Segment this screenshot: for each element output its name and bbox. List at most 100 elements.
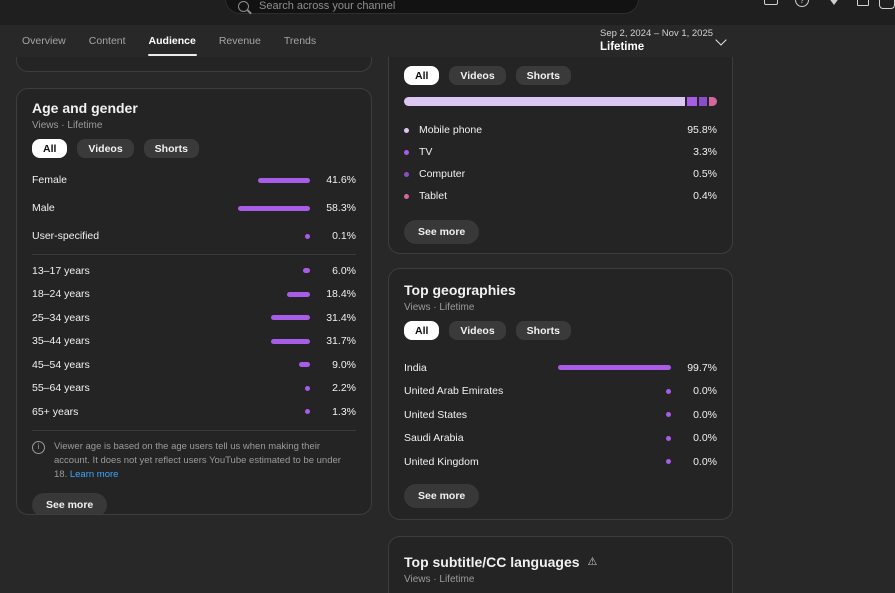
card-subtitle: Views · Lifetime — [404, 573, 717, 586]
value-bar — [303, 268, 310, 273]
row-label: India — [404, 362, 541, 374]
row-percent: 0.0% — [681, 385, 717, 397]
notifications-icon[interactable] — [857, 0, 869, 6]
create-icon[interactable] — [828, 0, 840, 5]
bar-area — [180, 339, 310, 344]
row-percent: 41.6% — [320, 174, 356, 186]
row-label: TV — [419, 146, 681, 158]
stat-row: Computer 0.5% — [404, 163, 717, 185]
value-bar — [666, 459, 671, 464]
stat-row: 18–24 years 18.4% — [32, 283, 356, 307]
stat-row: TV 3.3% — [404, 141, 717, 163]
stat-row: 25–34 years 31.4% — [32, 306, 356, 330]
feedback-icon[interactable] — [764, 0, 778, 5]
legend-dot — [404, 194, 409, 199]
stat-row: Saudi Arabia 0.0% — [404, 427, 717, 451]
row-percent: 0.4% — [681, 190, 717, 202]
filter-chip[interactable]: All — [32, 139, 67, 158]
filter-chip[interactable]: Shorts — [516, 321, 571, 340]
card-title: Age and gender — [32, 99, 356, 117]
device-rows: Mobile phone 95.8% TV 3.3% Computer 0.5%… — [404, 119, 717, 207]
stat-row: 35–44 years 31.7% — [32, 330, 356, 354]
row-label: User-specified — [32, 230, 180, 242]
legend-dot — [404, 128, 409, 133]
see-more-button[interactable]: See more — [32, 493, 107, 515]
help-icon[interactable]: ? — [795, 0, 809, 7]
filter-chip[interactable]: Videos — [449, 321, 505, 340]
legend-dot — [404, 172, 409, 177]
row-label: Tablet — [419, 190, 681, 202]
account-icon[interactable] — [879, 0, 895, 9]
stat-row: India 99.7% — [404, 356, 717, 380]
stack-segment — [699, 97, 707, 106]
row-label: 35–44 years — [32, 335, 180, 347]
device-stacked-bar — [404, 97, 717, 106]
warning-icon: ⚠ — [588, 553, 598, 571]
bar-area — [180, 234, 310, 239]
value-bar — [305, 409, 310, 414]
filter-chip[interactable]: Videos — [449, 66, 505, 85]
viewer-age-note: i Viewer age is based on the age users t… — [32, 440, 356, 483]
value-bar — [666, 412, 671, 417]
filter-chip[interactable]: Shorts — [516, 66, 571, 85]
stat-row: 65+ years 1.3% — [32, 400, 356, 424]
filter-chip[interactable]: All — [404, 321, 439, 340]
stack-segment — [709, 97, 717, 106]
learn-more-link[interactable]: Learn more — [70, 469, 119, 480]
row-percent: 0.5% — [681, 168, 717, 180]
stat-row: 45–54 years 9.0% — [32, 353, 356, 377]
stat-row: User-specified 0.1% — [32, 222, 356, 250]
bar-area — [541, 436, 671, 441]
row-label: United Arab Emirates — [404, 385, 541, 397]
value-bar — [271, 339, 310, 344]
stack-segment — [404, 97, 685, 106]
filter-chip[interactable]: All — [404, 66, 439, 85]
bar-area — [541, 365, 671, 370]
see-more-button[interactable]: See more — [404, 220, 479, 244]
row-percent: 99.7% — [681, 362, 717, 374]
card-subtitle: Views · Lifetime — [404, 301, 717, 314]
stat-row: United States 0.0% — [404, 403, 717, 427]
divider — [32, 254, 356, 255]
youtube-studio-analytics-page: Search across your channel ? OverviewCon… — [0, 0, 895, 593]
row-label: Mobile phone — [419, 124, 681, 136]
value-bar — [666, 436, 671, 441]
content-filter-chips: All Videos Shorts — [32, 139, 356, 158]
filter-chip[interactable]: Videos — [77, 139, 133, 158]
card-title: Top geographies — [404, 281, 717, 299]
tab[interactable]: Audience — [149, 35, 196, 47]
tab[interactable]: Revenue — [219, 35, 261, 47]
tab[interactable]: Trends — [284, 35, 316, 47]
value-bar — [287, 292, 310, 297]
bar-area — [541, 389, 671, 394]
row-label: 18–24 years — [32, 288, 180, 300]
stat-row: Female 41.6% — [32, 166, 356, 194]
bar-area — [180, 386, 310, 391]
legend-dot — [404, 150, 409, 155]
value-bar — [305, 386, 310, 391]
bar-area — [180, 178, 310, 183]
subtitle-languages-card: Top subtitle/CC languages ⚠ Views · Life… — [388, 536, 733, 593]
age-rows: 13–17 years 6.0% 18–24 years 18.4% 25–34… — [32, 259, 356, 424]
row-percent: 1.3% — [320, 406, 356, 418]
value-bar — [558, 365, 671, 370]
top-geographies-card: Top geographies Views · Lifetime All Vide… — [388, 268, 733, 520]
value-bar — [238, 206, 310, 211]
analytics-tab-bar: Overview Content Audience Revenue Trends — [0, 25, 895, 57]
stat-row: United Kingdom 0.0% — [404, 450, 717, 474]
see-more-button[interactable]: See more — [404, 484, 479, 508]
filter-chip[interactable]: Shorts — [144, 139, 199, 158]
geography-rows: India 99.7% United Arab Emirates 0.0% Un… — [404, 356, 717, 474]
value-bar — [271, 315, 310, 320]
date-range-text: Sep 2, 2024 – Nov 1, 2025 — [600, 28, 713, 39]
row-percent: 31.4% — [320, 312, 356, 324]
tab[interactable]: Content — [89, 35, 126, 47]
row-percent: 0.0% — [681, 409, 717, 421]
bar-area — [180, 206, 310, 211]
value-bar — [299, 362, 310, 367]
row-percent: 2.2% — [320, 382, 356, 394]
date-range-picker[interactable]: Sep 2, 2024 – Nov 1, 2025 Lifetime — [600, 28, 713, 53]
tab[interactable]: Overview — [22, 35, 66, 47]
bar-area — [541, 459, 671, 464]
bar-area — [180, 268, 310, 273]
